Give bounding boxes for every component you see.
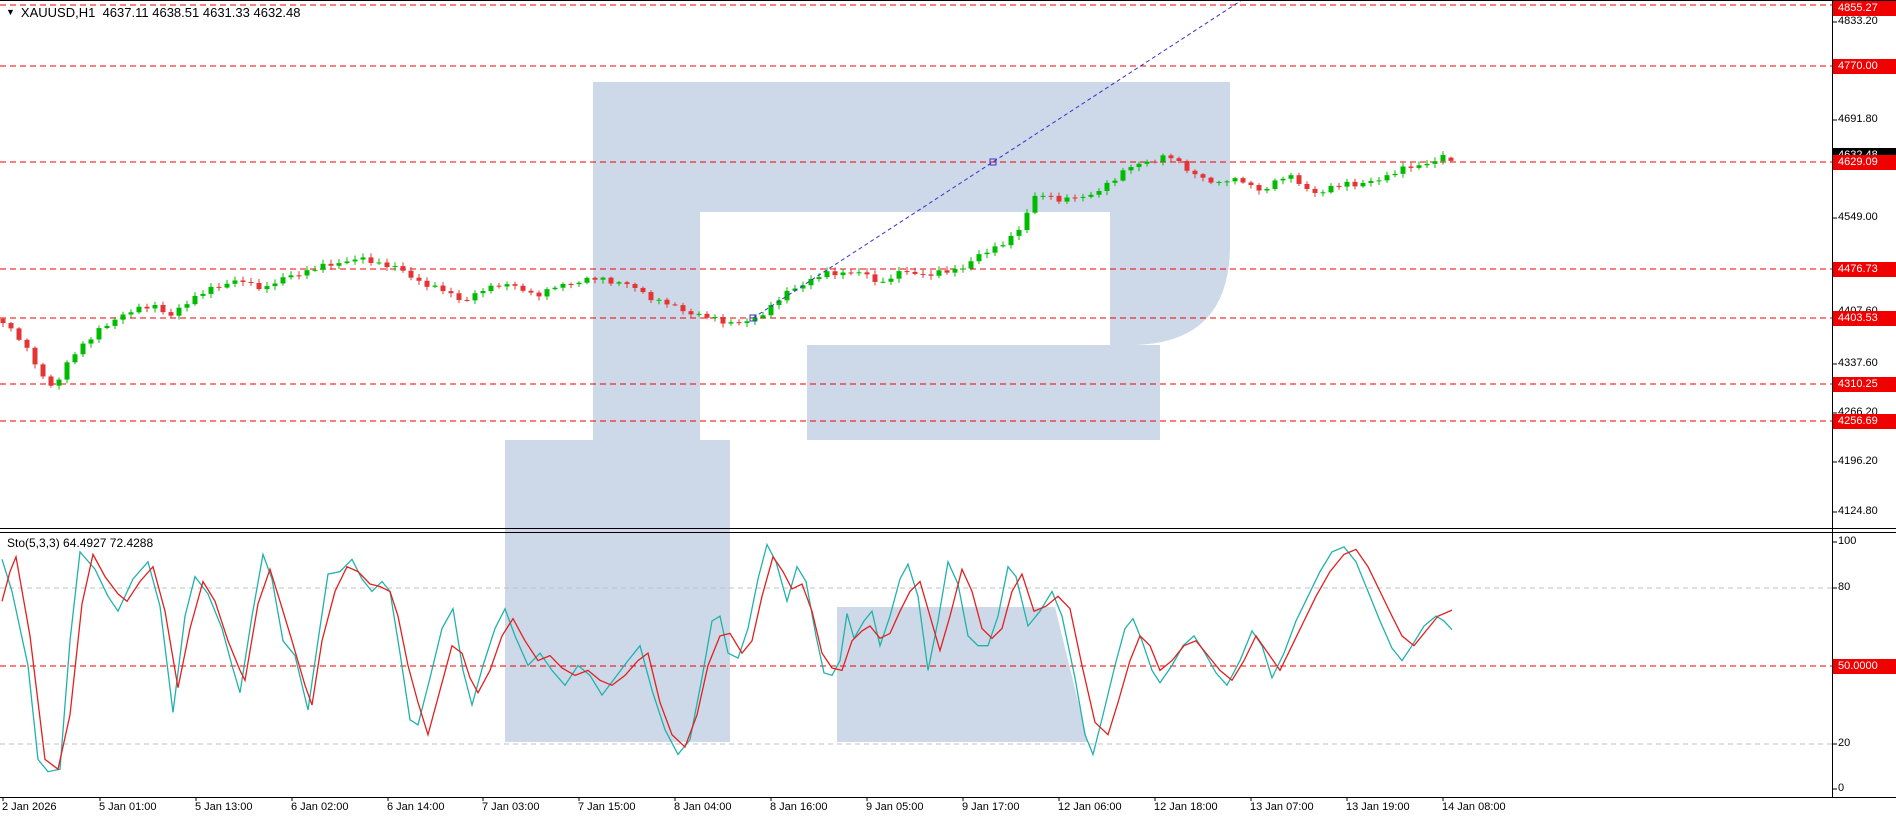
time-axis[interactable]: 2 Jan 2026 5 Jan 01:00 5 Jan 13:00 6 Jan 02… <box>0 798 1896 821</box>
sto-tick-label: 20 <box>1838 737 1850 750</box>
price-level-label: 4476.73 <box>1833 262 1896 277</box>
sto-name: Sto(5,3,3) <box>7 536 60 550</box>
stochastic-indicator-label: Sto(5,3,3) 64.4927 72.4288 <box>7 536 153 550</box>
price-tick-label: 4833.20 <box>1838 15 1878 28</box>
open-value: 4637.11 <box>103 5 149 20</box>
time-axis-label: 12 Jan 06:00 <box>1058 801 1122 813</box>
time-axis-label: 7 Jan 03:00 <box>482 801 540 813</box>
price-tick-label: 4196.20 <box>1838 455 1878 468</box>
time-axis-label: 13 Jan 07:00 <box>1250 801 1314 813</box>
price-tick-label: 4124.80 <box>1838 505 1878 518</box>
chart-canvas[interactable] <box>0 0 1896 821</box>
sto-tick-label: 0 <box>1838 782 1844 795</box>
price-level-label: 4629.09 <box>1833 155 1896 170</box>
time-axis-label: 13 Jan 19:00 <box>1346 801 1410 813</box>
price-level-label: 4403.53 <box>1833 311 1896 326</box>
trading-chart-window: ▼ XAUUSD,H1 4637.11 4638.51 4631.33 4632.… <box>0 0 1896 821</box>
sto-signal-value: 72.4288 <box>110 536 153 550</box>
sto-level-label: 50.0000 <box>1833 659 1896 674</box>
time-axis-label: 14 Jan 08:00 <box>1442 801 1506 813</box>
time-axis-label: 7 Jan 15:00 <box>578 801 636 813</box>
time-axis-label: 8 Jan 04:00 <box>674 801 732 813</box>
close-value: 4632.48 <box>253 5 300 20</box>
price-tick-label: 4337.60 <box>1838 357 1878 370</box>
price-level-label: 4256.69 <box>1833 414 1896 429</box>
sto-main-value: 64.4927 <box>63 536 106 550</box>
sto-tick-label: 100 <box>1838 535 1856 548</box>
time-axis-label: 9 Jan 05:00 <box>866 801 924 813</box>
chevron-down-icon[interactable]: ▼ <box>6 7 15 17</box>
time-axis-label: 2 Jan 2026 <box>2 801 56 813</box>
time-axis-label: 6 Jan 14:00 <box>387 801 445 813</box>
sto-tick-label: 80 <box>1838 581 1850 594</box>
price-level-label: 4770.00 <box>1833 59 1896 74</box>
time-axis-label: 9 Jan 17:00 <box>962 801 1020 813</box>
low-value: 4631.33 <box>203 5 250 20</box>
symbol-label: XAUUSD,H1 <box>21 5 95 20</box>
price-level-label: 4855.27 <box>1833 1 1896 16</box>
price-level-label: 4310.25 <box>1833 377 1896 392</box>
time-axis-label: 8 Jan 16:00 <box>770 801 828 813</box>
time-axis-label: 5 Jan 13:00 <box>195 801 253 813</box>
time-axis-label: 6 Jan 02:00 <box>291 801 349 813</box>
high-value: 4638.51 <box>152 5 199 20</box>
symbol-ohlc-title: ▼ XAUUSD,H1 4637.11 4638.51 4631.33 4632.… <box>6 5 300 20</box>
time-axis-label: 12 Jan 18:00 <box>1154 801 1218 813</box>
price-tick-label: 4691.80 <box>1838 113 1878 126</box>
time-axis-label: 5 Jan 01:00 <box>99 801 157 813</box>
price-tick-label: 4549.00 <box>1838 211 1878 224</box>
